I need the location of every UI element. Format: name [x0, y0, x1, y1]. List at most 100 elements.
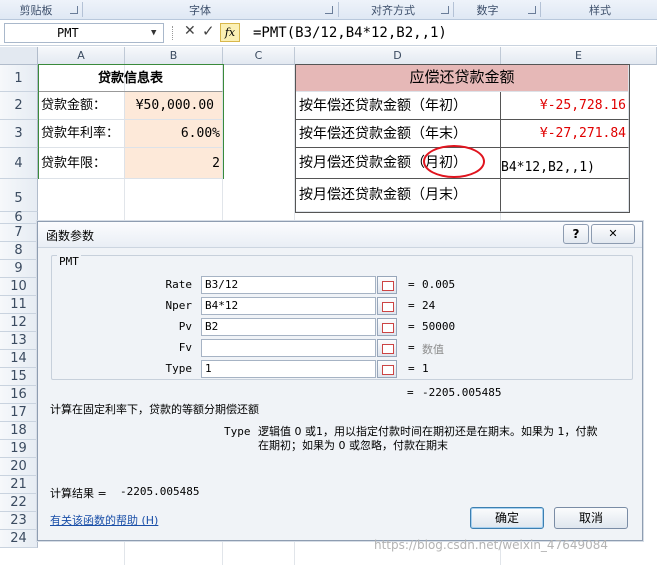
arg-input-pv[interactable]: B2 — [201, 318, 376, 336]
column-header-a[interactable]: A — [38, 47, 125, 65]
repay-label-year-begin[interactable]: 按年偿还贷款金额（年初） — [296, 92, 501, 120]
watermark: https://blog.csdn.net/weixin_47649084 — [374, 538, 609, 552]
arg-equals: = — [408, 299, 415, 312]
row-header-11[interactable]: 11 — [0, 296, 38, 314]
dialog-titlebar[interactable]: 函数参数 ? ✕ — [38, 222, 642, 248]
help-icon[interactable]: ? — [563, 224, 589, 244]
row-header-23[interactable]: 23 — [0, 512, 38, 530]
arg-result-fv: 数值 — [422, 343, 444, 356]
repay-table-title[interactable]: 应偿还贷款金额 — [296, 65, 629, 92]
name-box[interactable]: PMT ▼ — [4, 23, 164, 43]
function-description: 计算在固定利率下，贷款的等额分期偿还额 — [50, 403, 259, 416]
repay-value-year-begin[interactable]: ¥-25,728.16 — [501, 92, 629, 120]
arg-result-rate: 0.005 — [422, 278, 456, 291]
ok-button[interactable]: 确定 — [470, 507, 544, 529]
column-header-d[interactable]: D — [295, 47, 501, 65]
splitter — [172, 26, 173, 40]
select-all-corner[interactable] — [0, 47, 38, 65]
row-header-10[interactable]: 10 — [0, 278, 38, 296]
number-dialog-launcher-icon[interactable] — [528, 6, 536, 14]
column-header-c[interactable]: C — [223, 47, 295, 65]
chevron-down-icon[interactable]: ▼ — [151, 24, 156, 42]
arg-input-fv[interactable] — [201, 339, 376, 357]
collapse-dialog-icon[interactable] — [377, 339, 397, 357]
row-header-18[interactable]: 18 — [0, 422, 38, 440]
row-header-16[interactable]: 16 — [0, 386, 38, 404]
close-icon[interactable]: ✕ — [591, 224, 635, 244]
row-header-4[interactable]: 4 — [0, 148, 38, 179]
name-box-value: PMT — [57, 26, 79, 40]
row-header-7[interactable]: 7 — [0, 224, 38, 242]
ribbon-group-styles[interactable]: 样式 — [570, 2, 630, 18]
row-header-8[interactable]: 8 — [0, 242, 38, 260]
arg-label-nper: Nper — [165, 299, 193, 312]
column-header-e[interactable]: E — [501, 47, 657, 65]
ribbon-group-alignment[interactable]: 对齐方式 — [348, 2, 438, 18]
ribbon-separator — [540, 2, 541, 17]
formula-input[interactable]: =PMT(B3/12,B4*12,B2,,1) — [253, 22, 447, 44]
row-header-12[interactable]: 12 — [0, 314, 38, 332]
loan-years-value[interactable]: 2 — [125, 148, 223, 179]
collapse-dialog-icon[interactable] — [377, 318, 397, 336]
row-header-9[interactable]: 9 — [0, 260, 38, 278]
ribbon-group-labels: 剪贴板 字体 对齐方式 数字 样式 — [0, 0, 657, 20]
row-header-24[interactable]: 24 — [0, 530, 38, 548]
repay-value-month-begin[interactable]: B4*12,B2,,1) — [501, 148, 629, 179]
arg-result-nper: 24 — [422, 299, 436, 312]
ribbon-group-clipboard[interactable]: 剪贴板 — [6, 2, 66, 18]
param-name: Type — [224, 425, 251, 438]
repay-value-month-end[interactable] — [501, 179, 629, 212]
help-link[interactable]: 有关该函数的帮助 (H) — [50, 512, 158, 528]
ribbon-group-font[interactable]: 字体 — [150, 2, 250, 18]
row-header-21[interactable]: 21 — [0, 476, 38, 494]
function-arguments-dialog: 函数参数 ? ✕ PMT Rate B3/12 = 0.005 Nper B4*… — [37, 221, 643, 541]
collapse-dialog-icon[interactable] — [377, 360, 397, 378]
row-header-13[interactable]: 13 — [0, 332, 38, 350]
column-header-b[interactable]: B — [125, 47, 223, 65]
arguments-group: PMT Rate B3/12 = 0.005 Nper B4*12 = 24 P… — [51, 255, 633, 380]
loan-table-title[interactable]: 贷款信息表 — [39, 65, 223, 92]
row-header-14[interactable]: 14 — [0, 350, 38, 368]
row-header-6[interactable]: 6 — [0, 211, 38, 224]
row-header-15[interactable]: 15 — [0, 368, 38, 386]
repay-label-year-end[interactable]: 按年偿还贷款金额（年末） — [296, 120, 501, 148]
arg-input-nper[interactable]: B4*12 — [201, 297, 376, 315]
formula-result: -2205.005485 — [422, 386, 502, 399]
arg-result-type: 1 — [422, 362, 429, 375]
loan-amount-value[interactable]: ¥50,000.00 — [125, 92, 223, 120]
row-header-20[interactable]: 20 — [0, 458, 38, 476]
row-header-17[interactable]: 17 — [0, 404, 38, 422]
loan-rate-value[interactable]: 6.00% — [125, 120, 223, 148]
insert-function-icon[interactable]: fx — [220, 23, 240, 42]
row-header-2[interactable]: 2 — [0, 92, 38, 120]
alignment-dialog-launcher-icon[interactable] — [441, 6, 449, 14]
param-description-line2: 在期初；如果为 0 或忽略，付款在期末 — [258, 439, 448, 452]
arg-label-rate: Rate — [165, 278, 193, 291]
cancel-button[interactable]: 取消 — [554, 507, 628, 529]
row-header-5[interactable]: 5 — [0, 179, 38, 212]
calc-result-label: 计算结果 = — [50, 487, 107, 500]
arg-input-type[interactable]: 1 — [201, 360, 376, 378]
collapse-dialog-icon[interactable] — [377, 276, 397, 294]
collapse-dialog-icon[interactable] — [377, 297, 397, 315]
clipboard-dialog-launcher-icon[interactable] — [70, 6, 78, 14]
repay-label-month-end[interactable]: 按月偿还贷款金额（月末） — [296, 179, 501, 212]
row-header-19[interactable]: 19 — [0, 440, 38, 458]
ribbon-group-number[interactable]: 数字 — [460, 2, 515, 18]
cancel-icon[interactable]: ✕ — [184, 23, 196, 39]
arg-equals: = — [408, 341, 415, 354]
row-header-22[interactable]: 22 — [0, 494, 38, 512]
calc-result-value: -2205.005485 — [120, 485, 200, 498]
loan-years-label[interactable]: 贷款年限： — [39, 148, 125, 179]
function-name: PMT — [57, 255, 81, 268]
row-header-3[interactable]: 3 — [0, 120, 38, 148]
enter-icon[interactable]: ✓ — [202, 22, 215, 40]
loan-amount-label[interactable]: 贷款金额： — [39, 92, 125, 120]
row-header-1[interactable]: 1 — [0, 65, 38, 92]
arg-equals: = — [408, 362, 415, 375]
loan-rate-label[interactable]: 贷款年利率： — [39, 120, 125, 148]
repay-value-year-end[interactable]: ¥-27,271.84 — [501, 120, 629, 148]
font-dialog-launcher-icon[interactable] — [325, 6, 333, 14]
arg-input-rate[interactable]: B3/12 — [201, 276, 376, 294]
arg-result-pv: 50000 — [422, 320, 456, 333]
